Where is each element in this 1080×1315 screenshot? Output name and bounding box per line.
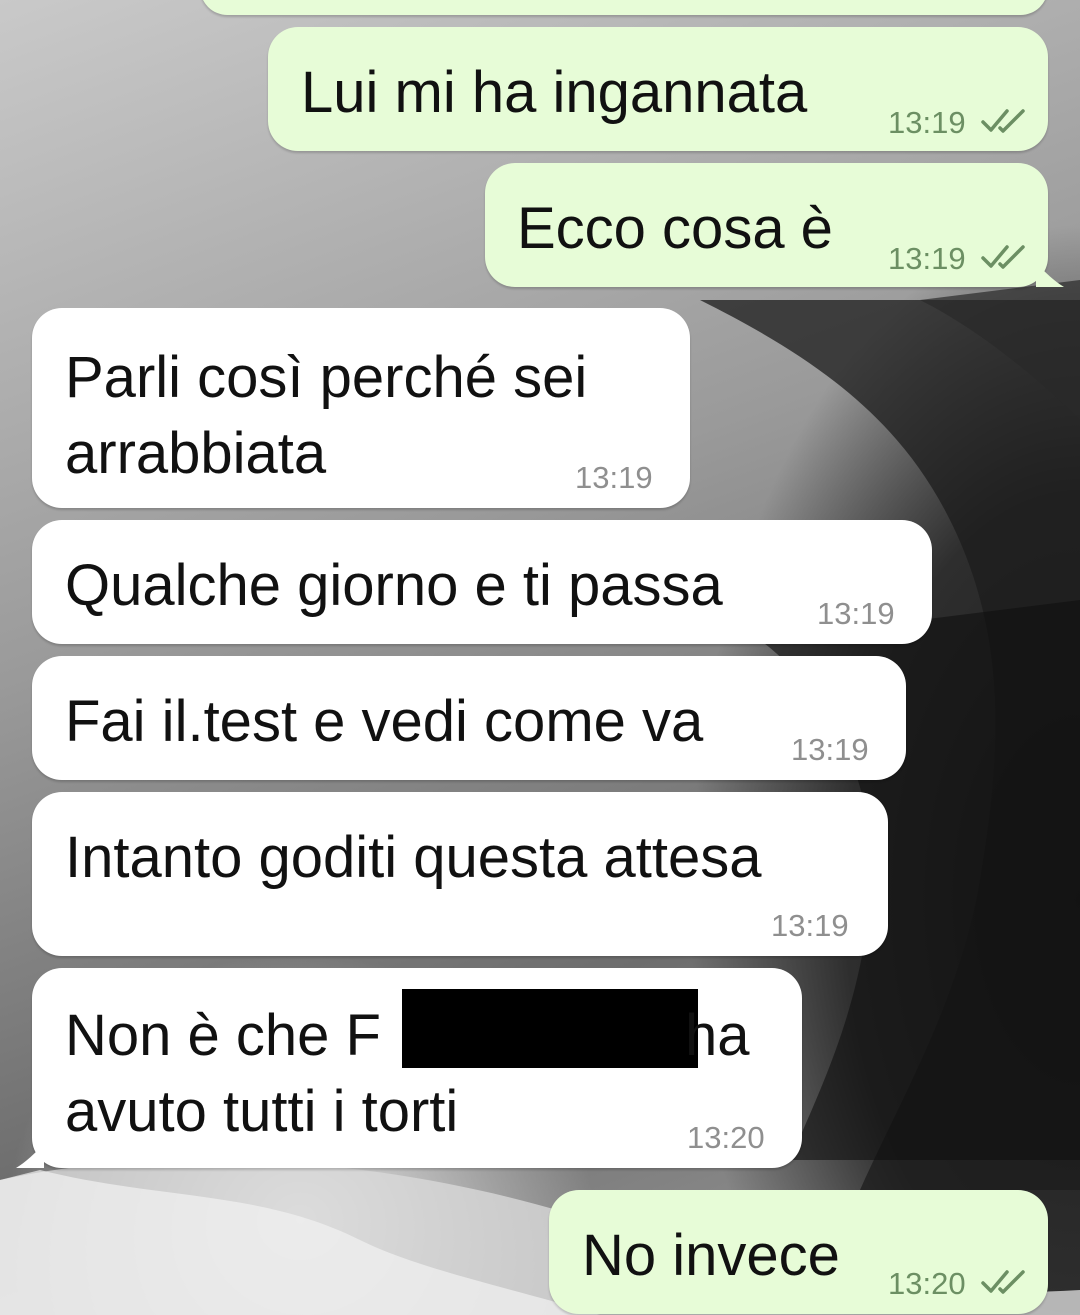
- redaction-block: [402, 989, 698, 1068]
- bubble-tail-outgoing: [1036, 263, 1064, 287]
- chat-message-list[interactable]: Lui mi ha ingannata 13:19 Ecco cosa è 13…: [0, 0, 1080, 1315]
- message-text-line2: avuto tutti i torti: [65, 1079, 459, 1144]
- message-bubble-outgoing[interactable]: No invece 13:20: [549, 1190, 1048, 1314]
- double-check-icon: [981, 109, 1025, 133]
- message-bubble-incoming[interactable]: Non è che F ha avuto tutti i torti 13:20: [32, 968, 802, 1168]
- double-check-icon: [981, 245, 1025, 269]
- message-bubble-outgoing[interactable]: Lui mi ha ingannata 13:19: [268, 27, 1048, 151]
- message-bubble-incoming[interactable]: Qualche giorno e ti passa 13:19: [32, 520, 932, 644]
- message-time: 13:19: [888, 241, 966, 276]
- message-time: 13:19: [791, 732, 869, 767]
- message-time: 13:19: [817, 596, 895, 631]
- message-text: No invece: [582, 1223, 840, 1288]
- message-bubble-incoming[interactable]: Intanto goditi questa attesa 13:19: [32, 792, 888, 956]
- message-text: Fai il.test e vedi come va: [65, 689, 704, 754]
- message-bubble-incoming[interactable]: Fai il.test e vedi come va 13:19: [32, 656, 906, 780]
- message-time: 13:19: [771, 908, 849, 943]
- message-bubble-outgoing[interactable]: Ecco cosa è 13:19: [485, 163, 1048, 287]
- message-bubble-partial[interactable]: [200, 0, 1048, 15]
- message-time: 13:19: [888, 105, 966, 140]
- message-text: Lui mi ha ingannata: [301, 60, 808, 125]
- message-text: Non è che F: [65, 1003, 381, 1068]
- message-text-continued: ha: [685, 1003, 750, 1068]
- message-text-line2: arrabbiata: [65, 421, 327, 486]
- message-time: 13:20: [888, 1266, 966, 1301]
- message-time: 13:20: [687, 1120, 765, 1155]
- message-time: 13:19: [575, 460, 653, 495]
- message-text: Qualche giorno e ti passa: [65, 553, 723, 618]
- message-text: Intanto goditi questa attesa: [65, 825, 762, 890]
- message-text: Parli così perché sei: [65, 345, 588, 410]
- message-text: Ecco cosa è: [517, 196, 833, 261]
- double-check-icon: [981, 1270, 1025, 1294]
- message-bubble-incoming[interactable]: Parli così perché sei arrabbiata 13:19: [32, 308, 690, 508]
- bubble-tail-incoming: [16, 1144, 44, 1168]
